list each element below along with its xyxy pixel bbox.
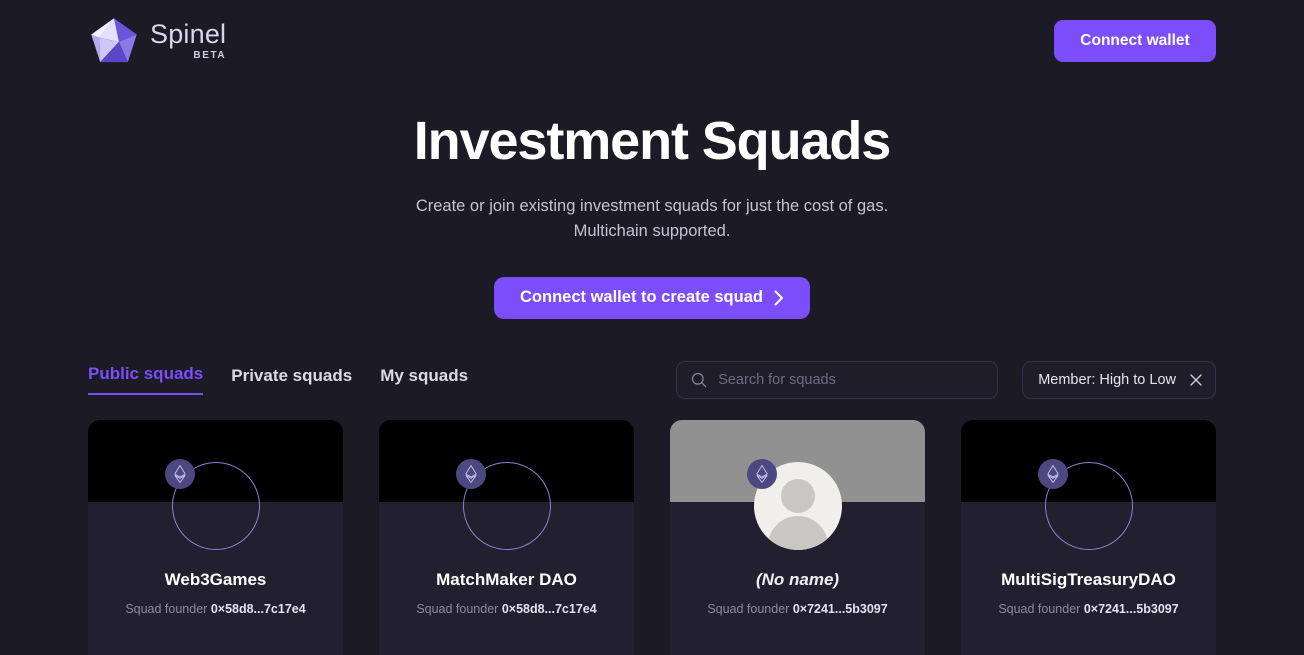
ethereum-glyph-icon	[1046, 464, 1059, 483]
hero-subtitle-line-2: Multichain supported.	[573, 221, 731, 240]
avatar	[746, 458, 842, 550]
squad-card[interactable]: MultiSigTreasuryDAO Squad founder 0×7241…	[961, 419, 1216, 655]
avatar	[1037, 458, 1133, 550]
page-title: Investment Squads	[413, 111, 892, 171]
avatar-head-shape	[780, 478, 815, 513]
controls-row: Public squads Private squads My squads M…	[0, 360, 1304, 399]
ethereum-glyph-icon	[755, 464, 768, 483]
squad-card[interactable]: Web3Games Squad founder 0×58d8...7c17e4	[88, 419, 343, 655]
squad-card[interactable]: (No name) Squad founder 0×7241...5b3097	[670, 419, 925, 655]
squad-founder-label: Squad founder	[707, 601, 790, 616]
chevron-right-icon	[774, 290, 783, 306]
avatar-body-shape	[767, 515, 828, 550]
avatar	[455, 458, 551, 550]
squad-founder-address: 0×7241...5b3097	[1083, 601, 1179, 616]
tab-my-squads[interactable]: My squads	[380, 366, 468, 395]
squad-name: Web3Games	[164, 569, 267, 589]
connect-wallet-button[interactable]: Connect wallet	[1054, 20, 1216, 62]
ethereum-glyph-icon	[464, 464, 477, 483]
brand-name: Spinel	[150, 19, 227, 49]
squad-name: (No name)	[755, 569, 840, 589]
search-and-filter: Member: High to Low	[676, 360, 1216, 399]
squad-card-grid: Web3Games Squad founder 0×58d8...7c17e4 …	[0, 419, 1304, 655]
sort-filter-chip[interactable]: Member: High to Low	[1022, 360, 1216, 399]
ethereum-icon	[164, 458, 195, 489]
brand-beta-label: BETA	[193, 50, 227, 61]
avatar	[164, 458, 260, 550]
squad-name: MultiSigTreasuryDAO	[1001, 569, 1176, 589]
tab-public-squads[interactable]: Public squads	[88, 364, 204, 396]
connect-wallet-to-create-squad-button[interactable]: Connect wallet to create squad	[494, 276, 810, 319]
squad-founder: Squad founder 0×7241...5b3097	[961, 602, 1216, 616]
tab-private-squads[interactable]: Private squads	[231, 366, 352, 395]
squad-founder-label: Squad founder	[125, 601, 208, 616]
brand-logo[interactable]: Spinel BETA	[88, 15, 226, 67]
squad-founder: Squad founder 0×7241...5b3097	[670, 602, 925, 616]
squad-founder-address: 0×58d8...7c17e4	[501, 601, 597, 616]
squad-tabs: Public squads Private squads My squads	[88, 364, 468, 396]
squad-name: MatchMaker DAO	[436, 569, 577, 589]
ethereum-glyph-icon	[173, 464, 186, 483]
hero-subtitle-line-1: Create or join existing investment squad…	[415, 196, 889, 215]
squad-card[interactable]: MatchMaker DAO Squad founder 0×58d8...7c…	[379, 419, 634, 655]
hero-cta-label: Connect wallet to create squad	[520, 288, 763, 307]
squad-founder: Squad founder 0×58d8...7c17e4	[88, 602, 343, 616]
hero-section: Investment Squads Create or join existin…	[0, 82, 1304, 319]
search-icon	[692, 372, 707, 388]
squad-founder-address: 0×58d8...7c17e4	[210, 601, 306, 616]
close-icon[interactable]	[1190, 374, 1202, 386]
squad-founder-label: Squad founder	[416, 601, 499, 616]
ethereum-icon	[455, 458, 486, 489]
hero-subtitle: Create or join existing investment squad…	[0, 194, 1304, 244]
squad-founder: Squad founder 0×58d8...7c17e4	[379, 602, 634, 616]
squad-founder-address: 0×7241...5b3097	[792, 601, 888, 616]
search-input[interactable]	[718, 371, 984, 388]
search-box[interactable]	[676, 360, 999, 399]
sort-filter-label: Member: High to Low	[1038, 371, 1176, 388]
ethereum-icon	[1037, 458, 1068, 489]
spinel-polyhedron-logo-icon	[91, 18, 137, 63]
ethereum-icon	[746, 458, 777, 489]
squad-founder-label: Squad founder	[998, 601, 1081, 616]
page-header: Spinel BETA Connect wallet	[0, 0, 1304, 82]
